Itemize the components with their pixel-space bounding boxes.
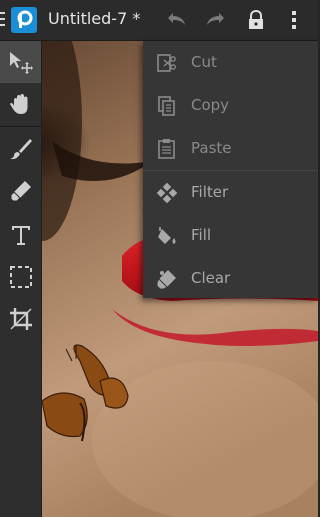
eraser-clear-icon bbox=[156, 270, 176, 290]
lock-icon[interactable] bbox=[244, 8, 268, 32]
tool-palette bbox=[0, 41, 42, 517]
brush-tool[interactable] bbox=[0, 127, 41, 169]
redo-icon[interactable] bbox=[204, 8, 228, 32]
menu-item-label: Fill bbox=[191, 226, 212, 244]
menu-item-paste[interactable]: Paste bbox=[143, 127, 318, 170]
text-tool[interactable] bbox=[0, 213, 41, 255]
app-logo-icon[interactable] bbox=[11, 7, 37, 33]
crop-tool[interactable] bbox=[0, 297, 41, 339]
eraser-tool[interactable] bbox=[0, 169, 41, 211]
brush-icon bbox=[10, 139, 32, 160]
document-title: Untitled-7 * bbox=[48, 9, 141, 28]
move-tool[interactable] bbox=[0, 41, 41, 83]
menu-item-label: Clear bbox=[191, 269, 231, 287]
menu-item-clear[interactable]: Clear bbox=[143, 257, 318, 300]
fill-bucket-icon bbox=[158, 227, 176, 244]
menu-item-cut[interactable]: Cut bbox=[143, 41, 318, 84]
move-arrow-icon bbox=[10, 52, 33, 74]
text-icon bbox=[12, 226, 30, 245]
menu-item-label: Filter bbox=[191, 183, 229, 201]
undo-icon[interactable] bbox=[164, 8, 188, 32]
selection-tool[interactable] bbox=[0, 255, 41, 297]
hand-icon bbox=[10, 94, 28, 114]
menu-item-filter[interactable]: Filter bbox=[143, 171, 318, 214]
filter-icon bbox=[156, 182, 178, 204]
edit-popup-menu: Cut Copy Paste Filter Fill Clear bbox=[143, 41, 318, 298]
menu-item-fill[interactable]: Fill bbox=[143, 214, 318, 257]
menu-item-label: Paste bbox=[191, 139, 232, 157]
title-bar: Untitled-7 * bbox=[0, 0, 318, 41]
overflow-menu-icon[interactable] bbox=[282, 8, 306, 32]
menu-item-copy[interactable]: Copy bbox=[143, 84, 318, 127]
scissors-icon bbox=[157, 54, 176, 72]
menu-item-label: Cut bbox=[191, 53, 217, 71]
pan-tool[interactable] bbox=[0, 83, 41, 125]
crop-icon bbox=[10, 308, 32, 330]
marquee-icon bbox=[10, 266, 32, 288]
menu-lines-icon[interactable] bbox=[0, 12, 5, 28]
copy-icon bbox=[158, 96, 175, 116]
menu-item-label: Copy bbox=[191, 96, 230, 114]
clipboard-icon bbox=[158, 139, 175, 159]
eraser-icon bbox=[10, 181, 31, 202]
